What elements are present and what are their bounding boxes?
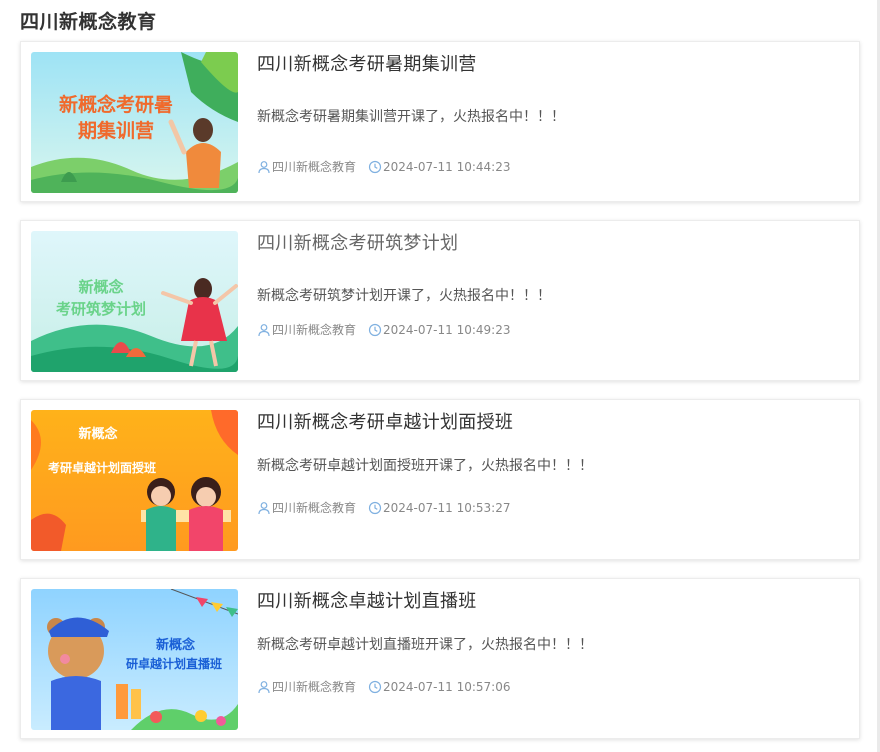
article-title[interactable]: 四川新概念考研筑梦计划 — [257, 232, 458, 256]
article-description: 新概念考研暑期集训营开课了，火热报名中！！！ — [257, 109, 565, 125]
article-thumbnail[interactable]: 新概念 考研筑梦计划 — [31, 231, 238, 372]
page-frame: 四川新概念教育 新概念考研暑 期集训营 四川新概念考研暑期集训营 新概念考研暑期… — [0, 0, 880, 752]
clock-icon — [368, 160, 382, 174]
article-thumbnail[interactable]: 新概念 考研卓越计划面授班 — [31, 410, 238, 551]
article-card[interactable]: 新概念考研暑 期集训营 四川新概念考研暑期集训营 新概念考研暑期集训营开课了，火… — [20, 41, 860, 202]
article-title[interactable]: 四川新概念卓越计划直播班 — [257, 590, 477, 614]
article-meta: 四川新概念教育 2024-07-11 10:44:23 — [257, 158, 510, 176]
article-author: 四川新概念教育 — [272, 501, 357, 515]
article-thumbnail[interactable]: 新概念 研卓越计划直播班 — [31, 589, 238, 730]
article-datetime: 2024-07-11 10:57:06 — [383, 680, 511, 694]
article-description: 新概念考研卓越计划面授班开课了，火热报名中！！！ — [257, 458, 593, 474]
thumbnail-caption-line: 研卓越计划直播班 — [126, 657, 223, 671]
article-title[interactable]: 四川新概念考研暑期集训营 — [257, 53, 477, 77]
thumbnail-caption-line: 考研筑梦计划 — [55, 300, 146, 318]
thumbnail-caption-line: 考研卓越计划面授班 — [47, 461, 156, 475]
article-author: 四川新概念教育 — [272, 680, 357, 694]
thumbnail-caption-line: 新概念 — [78, 278, 124, 296]
article-datetime: 2024-07-11 10:44:23 — [383, 160, 511, 174]
article-thumbnail[interactable]: 新概念考研暑 期集训营 — [31, 52, 238, 193]
article-datetime: 2024-07-11 10:53:27 — [383, 501, 511, 515]
user-icon — [257, 501, 271, 515]
thumbnail-caption-line: 新概念考研暑 — [58, 94, 173, 116]
article-card[interactable]: 新概念 考研卓越计划面授班 四川新概念考研卓越计划面授班 新概念考研卓越计划面授… — [20, 399, 860, 560]
thumbnail-caption-line: 期集训营 — [77, 120, 154, 142]
article-description: 新概念考研筑梦计划开课了，火热报名中！！！ — [257, 288, 551, 304]
article-card[interactable]: 新概念 研卓越计划直播班 四川新概念卓越计划直播班 新概念考研卓越计划直播班开课… — [20, 578, 860, 739]
article-meta: 四川新概念教育 2024-07-11 10:49:23 — [257, 321, 510, 339]
article-author: 四川新概念教育 — [272, 160, 357, 174]
user-icon — [257, 323, 271, 337]
thumbnail-caption-line: 新概念 — [78, 427, 118, 442]
clock-icon — [368, 501, 382, 515]
user-icon — [257, 680, 271, 694]
article-author: 四川新概念教育 — [272, 323, 357, 337]
thumbnail-caption-line: 新概念 — [156, 638, 196, 653]
article-card[interactable]: 新概念 考研筑梦计划 四川新概念考研筑梦计划 新概念考研筑梦计划开课了，火热报名… — [20, 220, 860, 381]
article-description: 新概念考研卓越计划直播班开课了，火热报名中！！！ — [257, 637, 593, 653]
section-title: 四川新概念教育 — [20, 11, 157, 33]
article-meta: 四川新概念教育 2024-07-11 10:53:27 — [257, 499, 510, 517]
article-datetime: 2024-07-11 10:49:23 — [383, 323, 511, 337]
user-icon — [257, 160, 271, 174]
article-title[interactable]: 四川新概念考研卓越计划面授班 — [257, 411, 513, 435]
clock-icon — [368, 323, 382, 337]
clock-icon — [368, 680, 382, 694]
article-meta: 四川新概念教育 2024-07-11 10:57:06 — [257, 678, 510, 696]
